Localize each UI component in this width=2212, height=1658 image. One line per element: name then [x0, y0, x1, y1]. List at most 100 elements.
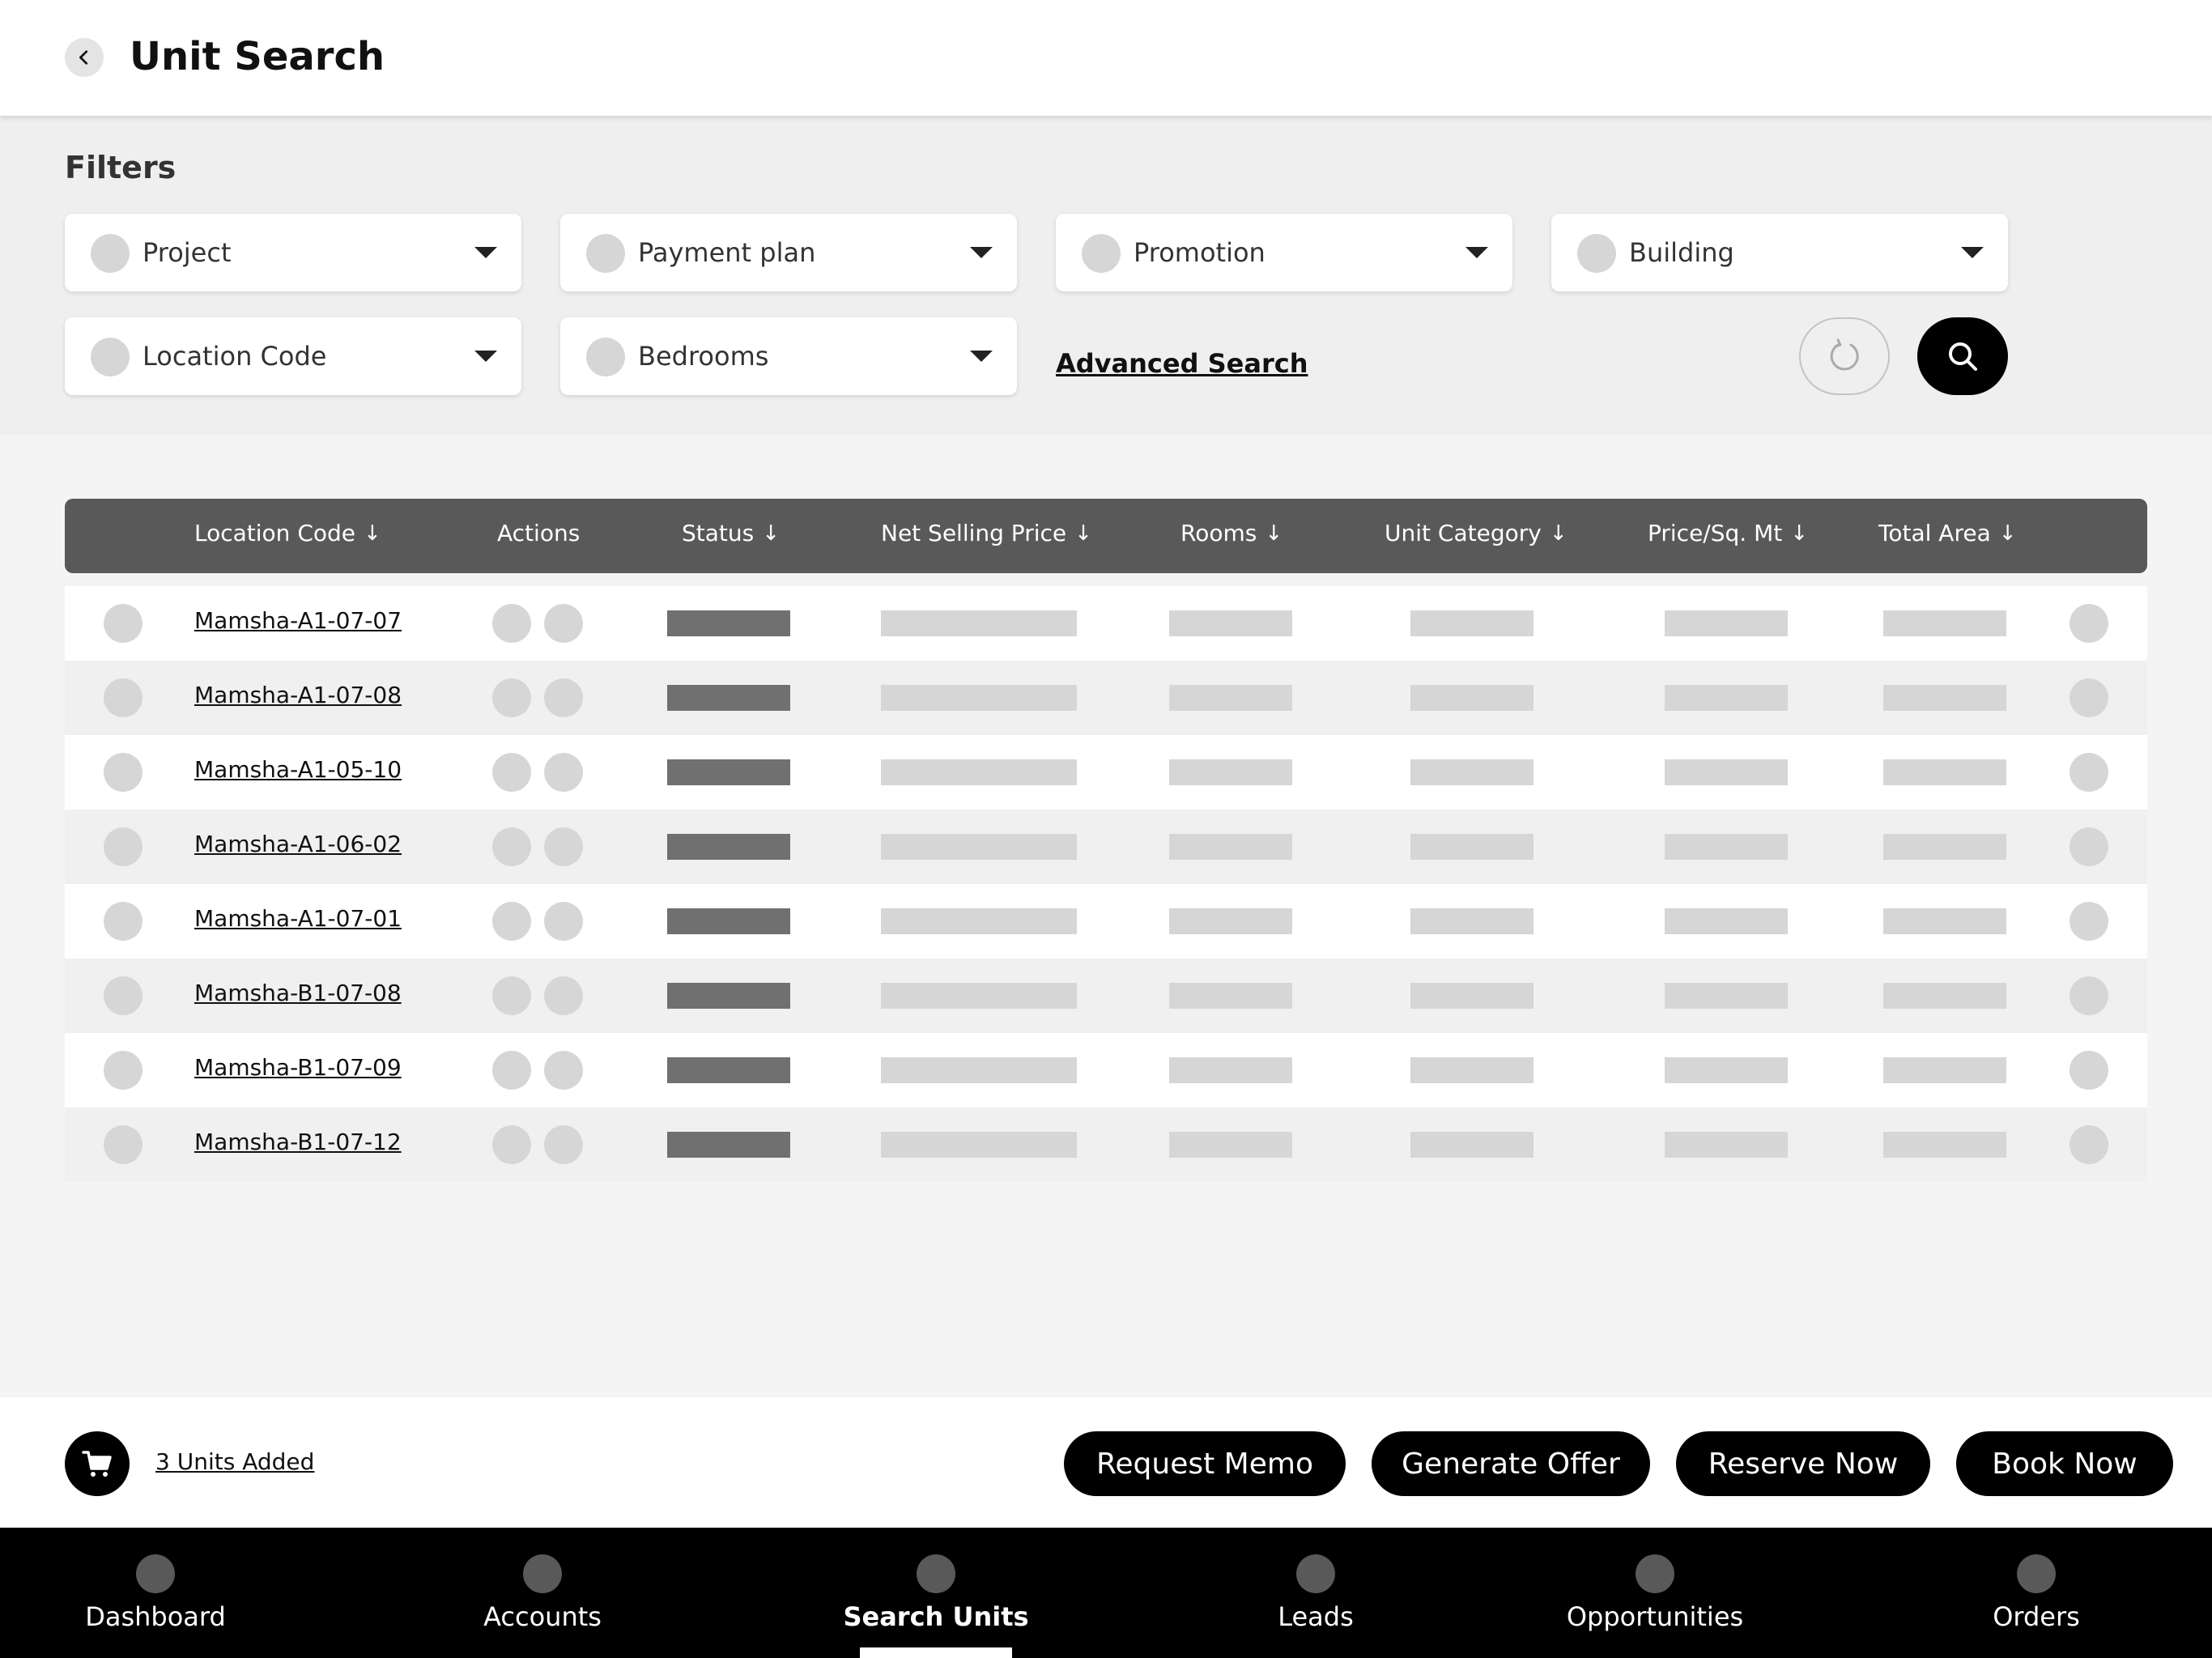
unit-category-placeholder: [1410, 983, 1534, 1009]
promotion-dropdown[interactable]: Promotion: [1056, 214, 1512, 291]
caret-down-icon: [970, 247, 993, 258]
column-header-total-area[interactable]: Total Area ↓: [1878, 520, 2017, 546]
row-more-icon[interactable]: [2069, 604, 2108, 643]
column-header-net-selling-price[interactable]: Net Selling Price ↓: [881, 520, 1092, 546]
orders-icon: [2017, 1554, 2056, 1593]
book-now-button[interactable]: Book Now: [1956, 1431, 2173, 1496]
location-code-link[interactable]: Mamsha-A1-05-10: [194, 756, 402, 783]
row-more-icon[interactable]: [2069, 827, 2108, 866]
price-per-sqm-placeholder: [1665, 1057, 1788, 1083]
location-code-dropdown[interactable]: Location Code: [65, 317, 521, 395]
row-action-icon[interactable]: [492, 902, 531, 941]
sort-arrow-icon: ↓: [762, 521, 781, 546]
nav-item-orders[interactable]: Orders: [1955, 1528, 2117, 1658]
rooms-placeholder: [1169, 834, 1292, 860]
column-header-price-per-sqm[interactable]: Price/Sq. Mt ↓: [1648, 520, 1808, 546]
dropdown-label: Bedrooms: [638, 341, 769, 372]
nav-item-accounts[interactable]: Accounts: [462, 1528, 623, 1658]
status-placeholder: [667, 685, 790, 711]
filters-panel: Filters Project Payment plan Promotion B…: [0, 116, 2212, 435]
status-placeholder: [667, 834, 790, 860]
row-action-icon[interactable]: [544, 604, 583, 643]
reset-filters-button[interactable]: [1799, 317, 1890, 395]
column-header-unit-category[interactable]: Unit Category ↓: [1385, 520, 1568, 546]
caret-down-icon: [1465, 247, 1488, 258]
location-code-link[interactable]: Mamsha-B1-07-09: [194, 1054, 402, 1081]
cart-button[interactable]: [65, 1431, 130, 1496]
row-more-icon[interactable]: [2069, 976, 2108, 1015]
rooms-placeholder: [1169, 908, 1292, 934]
reserve-now-button[interactable]: Reserve Now: [1676, 1431, 1930, 1496]
unit-category-placeholder: [1410, 685, 1534, 711]
location-code-link[interactable]: Mamsha-A1-07-08: [194, 682, 402, 708]
location-code-link[interactable]: Mamsha-A1-07-07: [194, 607, 402, 634]
nav-item-dashboard[interactable]: Dashboard: [74, 1528, 236, 1658]
rooms-placeholder: [1169, 610, 1292, 636]
project-dropdown[interactable]: Project: [65, 214, 521, 291]
row-action-icon[interactable]: [544, 976, 583, 1015]
row-action-icon[interactable]: [544, 1125, 583, 1164]
row-select-icon[interactable]: [104, 604, 143, 643]
filters-title: Filters: [65, 150, 177, 185]
advanced-search-link[interactable]: Advanced Search: [1056, 348, 1308, 379]
row-action-icon[interactable]: [492, 1125, 531, 1164]
row-action-icon[interactable]: [544, 678, 583, 717]
net-selling-price-placeholder: [881, 1132, 1077, 1158]
location-code-link[interactable]: Mamsha-A1-06-02: [194, 831, 402, 857]
generate-offer-button[interactable]: Generate Offer: [1372, 1431, 1650, 1496]
nav-item-search-units[interactable]: Search Units: [839, 1528, 1033, 1658]
row-action-icon[interactable]: [492, 976, 531, 1015]
search-button[interactable]: [1917, 317, 2008, 395]
total-area-placeholder: [1883, 685, 2006, 711]
bedrooms-icon: [586, 338, 625, 376]
row-select-icon[interactable]: [104, 827, 143, 866]
row-select-icon[interactable]: [104, 1051, 143, 1090]
table-header: Location Code ↓ Actions Status ↓ Net Selli…: [65, 499, 2147, 573]
row-action-icon[interactable]: [544, 902, 583, 941]
row-more-icon[interactable]: [2069, 753, 2108, 792]
refresh-icon: [1830, 338, 1859, 371]
units-added-link[interactable]: 3 Units Added: [155, 1448, 314, 1475]
back-button[interactable]: [65, 38, 104, 77]
row-action-icon[interactable]: [492, 827, 531, 866]
payment-plan-dropdown[interactable]: Payment plan: [560, 214, 1017, 291]
bedrooms-dropdown[interactable]: Bedrooms: [560, 317, 1017, 395]
row-more-icon[interactable]: [2069, 678, 2108, 717]
row-action-icon[interactable]: [492, 678, 531, 717]
nav-item-opportunities[interactable]: Opportunities: [1550, 1528, 1760, 1658]
building-dropdown[interactable]: Building: [1551, 214, 2008, 291]
row-select-icon[interactable]: [104, 753, 143, 792]
dashboard-icon: [136, 1554, 175, 1593]
table-row: Mamsha-A1-07-07: [65, 586, 2147, 661]
row-action-icon[interactable]: [544, 1051, 583, 1090]
row-action-icon[interactable]: [492, 753, 531, 792]
row-action-icon[interactable]: [492, 1051, 531, 1090]
status-placeholder: [667, 759, 790, 785]
request-memo-button[interactable]: Request Memo: [1064, 1431, 1346, 1496]
total-area-placeholder: [1883, 908, 2006, 934]
row-select-icon[interactable]: [104, 1125, 143, 1164]
row-more-icon[interactable]: [2069, 1051, 2108, 1090]
price-per-sqm-placeholder: [1665, 610, 1788, 636]
column-header-location-code[interactable]: Location Code ↓: [194, 520, 381, 546]
column-header-status[interactable]: Status ↓: [682, 520, 780, 546]
column-header-rooms[interactable]: Rooms ↓: [1180, 520, 1283, 546]
row-select-icon[interactable]: [104, 902, 143, 941]
table-row: Mamsha-A1-05-10: [65, 735, 2147, 810]
location-code-link[interactable]: Mamsha-A1-07-01: [194, 905, 402, 932]
row-select-icon[interactable]: [104, 976, 143, 1015]
row-action-icon[interactable]: [544, 827, 583, 866]
row-more-icon[interactable]: [2069, 902, 2108, 941]
nav-item-leads[interactable]: Leads: [1235, 1528, 1397, 1658]
row-more-icon[interactable]: [2069, 1125, 2108, 1164]
table-row: Mamsha-B1-07-08: [65, 959, 2147, 1033]
row-select-icon[interactable]: [104, 678, 143, 717]
location-code-link[interactable]: Mamsha-B1-07-12: [194, 1129, 402, 1155]
table-row: Mamsha-A1-07-08: [65, 661, 2147, 735]
search-icon: [1949, 342, 1977, 371]
row-action-icon[interactable]: [492, 604, 531, 643]
net-selling-price-placeholder: [881, 834, 1077, 860]
accounts-icon: [523, 1554, 562, 1593]
location-code-link[interactable]: Mamsha-B1-07-08: [194, 980, 402, 1006]
row-action-icon[interactable]: [544, 753, 583, 792]
